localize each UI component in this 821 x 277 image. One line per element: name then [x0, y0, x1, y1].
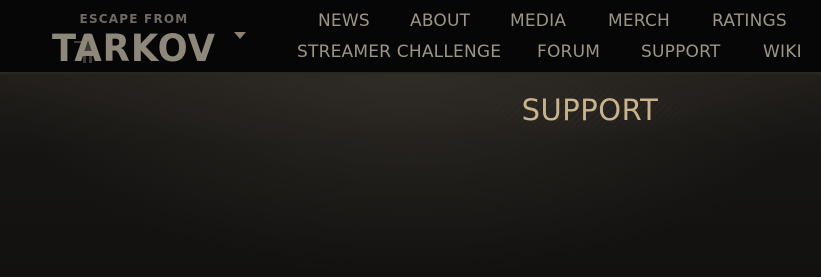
nav-support[interactable]: SUPPORT: [641, 42, 720, 62]
logo-graphic: ESCAPE FROM TARKOV: [52, 12, 216, 66]
logo-line1: ESCAPE FROM: [80, 12, 189, 26]
nav-news[interactable]: NEWS: [318, 11, 370, 31]
nav-merch[interactable]: MERCH: [608, 11, 670, 31]
nav-forum[interactable]: FORUM: [537, 42, 600, 62]
logo-line2: TARKOV: [52, 27, 216, 66]
nav-streamer-challenge[interactable]: STREAMER CHALLENGE: [297, 42, 501, 62]
nav-about[interactable]: ABOUT: [410, 11, 470, 31]
chevron-down-icon[interactable]: [234, 32, 246, 39]
nav-media[interactable]: MEDIA: [510, 11, 566, 31]
page-title: SUPPORT: [521, 93, 659, 127]
site-header: ESCAPE FROM TARKOV NEWS ABOUT MEDIA MERC…: [0, 0, 821, 74]
site-logo[interactable]: ESCAPE FROM TARKOV: [50, 10, 218, 66]
nav-wiki[interactable]: WIKI: [763, 42, 802, 62]
nav-ratings[interactable]: RATINGS: [712, 11, 787, 31]
